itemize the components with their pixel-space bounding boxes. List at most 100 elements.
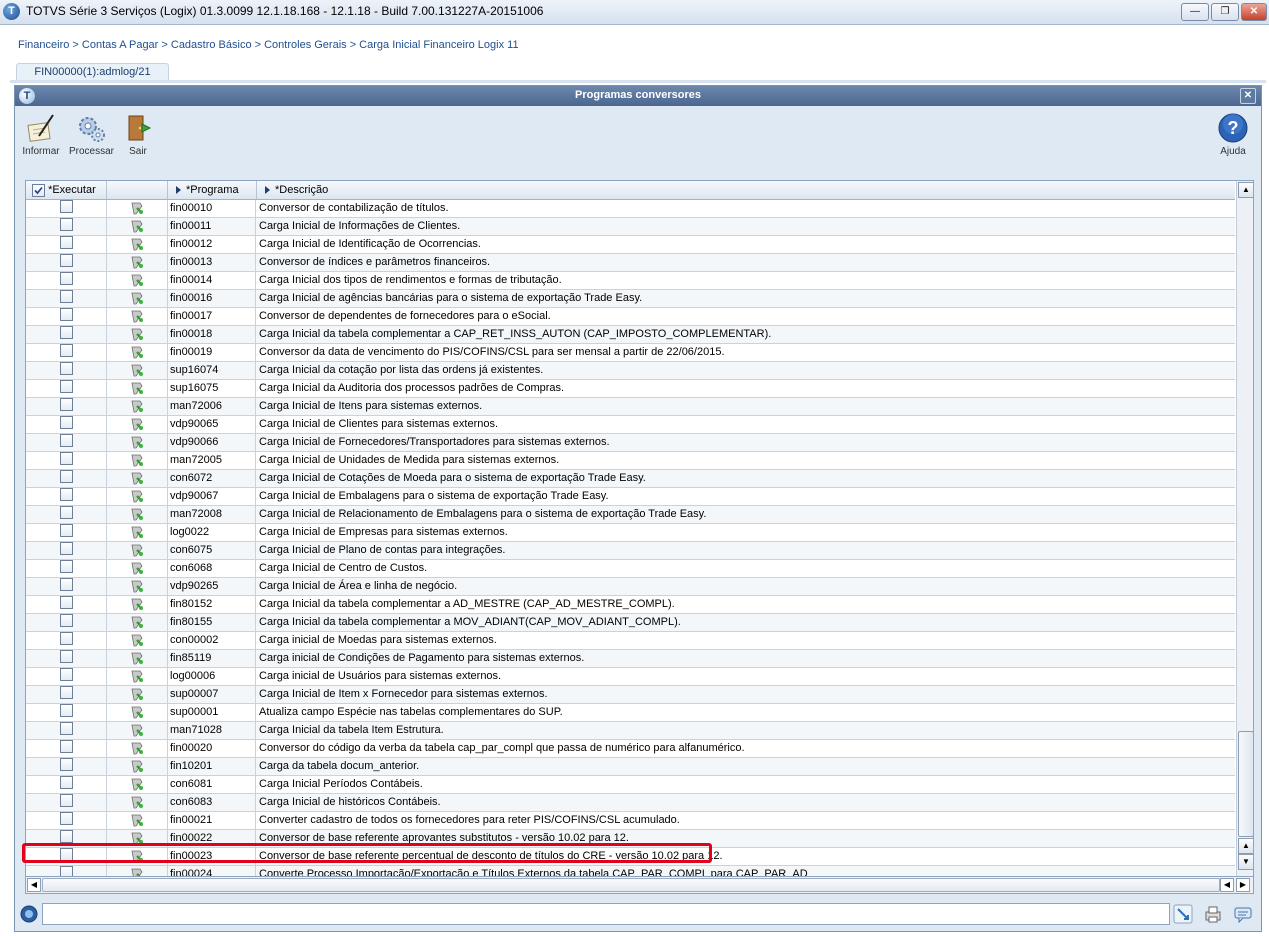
executar-checkbox[interactable]: [59, 416, 73, 429]
executar-checkbox[interactable]: [59, 488, 73, 501]
informar-button[interactable]: Informar: [21, 112, 61, 157]
program-cell[interactable]: man71028: [168, 722, 256, 739]
program-cell[interactable]: fin00021: [168, 812, 256, 829]
table-row[interactable]: fin00019 Conversor da data de vencimento …: [26, 344, 1235, 362]
description-cell[interactable]: Conversor de base referente aprovantes s…: [257, 830, 1235, 847]
table-row[interactable]: man71028 Carga Inicial da tabela Item Est…: [26, 722, 1235, 740]
program-cell[interactable]: fin00018: [168, 326, 256, 343]
executar-checkbox[interactable]: [59, 758, 73, 771]
program-cell[interactable]: con6081: [168, 776, 256, 793]
description-cell[interactable]: Carga Inicial da tabela Item Estrutura.: [257, 722, 1235, 739]
description-cell[interactable]: Carga Inicial de Item x Fornecedor para …: [257, 686, 1235, 703]
table-row[interactable]: con6075 Carga Inicial de Plano de contas …: [26, 542, 1235, 560]
executar-checkbox[interactable]: [59, 830, 73, 843]
executar-checkbox[interactable]: [59, 812, 73, 825]
table-row[interactable]: sup00007 Carga Inicial de Item x Forneced…: [26, 686, 1235, 704]
scroll-down-icon[interactable]: ▼: [1238, 854, 1253, 870]
description-cell[interactable]: Converter cadastro de todos os fornecedo…: [257, 812, 1235, 829]
table-row[interactable]: fin00016 Carga Inicial de agências bancár…: [26, 290, 1235, 308]
scroll-right-icon[interactable]: ▶: [1236, 878, 1250, 892]
description-cell[interactable]: Carga Inicial da Auditoria dos processos…: [257, 380, 1235, 397]
executar-checkbox[interactable]: [59, 272, 73, 285]
executar-checkbox[interactable]: [59, 218, 73, 231]
program-cell[interactable]: fin80152: [168, 596, 256, 613]
table-row[interactable]: sup00001 Atualiza campo Espécie nas tabel…: [26, 704, 1235, 722]
description-cell[interactable]: Carga Inicial da tabela complementar a A…: [257, 596, 1235, 613]
program-cell[interactable]: man72008: [168, 506, 256, 523]
description-cell[interactable]: Carga inicial de Condições de Pagamento …: [257, 650, 1235, 667]
table-row[interactable]: fin00021 Converter cadastro de todos os f…: [26, 812, 1235, 830]
description-cell[interactable]: Conversor da data de vencimento do PIS/C…: [257, 344, 1235, 361]
executar-checkbox[interactable]: [59, 236, 73, 249]
executar-checkbox[interactable]: [59, 362, 73, 375]
scroll-up-icon[interactable]: ▲: [1238, 182, 1253, 198]
executar-checkbox[interactable]: [59, 344, 73, 357]
description-cell[interactable]: Conversor de base referente percentual d…: [257, 848, 1235, 865]
horizontal-scroll-thumb[interactable]: [42, 878, 1220, 892]
program-cell[interactable]: fin00022: [168, 830, 256, 847]
executar-checkbox[interactable]: [59, 560, 73, 573]
program-cell[interactable]: fin00014: [168, 272, 256, 289]
description-cell[interactable]: Carga Inicial de Identificação de Ocorre…: [257, 236, 1235, 253]
description-cell[interactable]: Conversor de índices e parâmetros financ…: [257, 254, 1235, 271]
description-cell[interactable]: Carga Inicial de históricos Contábeis.: [257, 794, 1235, 811]
program-cell[interactable]: fin10201: [168, 758, 256, 775]
processar-button[interactable]: Processar: [69, 112, 114, 157]
table-row[interactable]: fin80152 Carga Inicial da tabela compleme…: [26, 596, 1235, 614]
table-row[interactable]: con6068 Carga Inicial de Centro de Custos…: [26, 560, 1235, 578]
description-cell[interactable]: Conversor do código da verba da tabela c…: [257, 740, 1235, 757]
table-row[interactable]: fin00023 Conversor de base referente perc…: [26, 848, 1235, 866]
description-cell[interactable]: Atualiza campo Espécie nas tabelas compl…: [257, 704, 1235, 721]
table-row[interactable]: con6083 Carga Inicial de históricos Contá…: [26, 794, 1235, 812]
executar-checkbox[interactable]: [59, 650, 73, 663]
program-cell[interactable]: fin00013: [168, 254, 256, 271]
executar-checkbox[interactable]: [59, 326, 73, 339]
program-cell[interactable]: fin85119: [168, 650, 256, 667]
horizontal-scrollbar[interactable]: ◀ ◀ ▶: [25, 876, 1254, 894]
program-cell[interactable]: vdp90065: [168, 416, 256, 433]
description-cell[interactable]: Carga Inicial Períodos Contábeis.: [257, 776, 1235, 793]
executar-checkbox[interactable]: [59, 578, 73, 591]
executar-checkbox[interactable]: [59, 542, 73, 555]
dialog-close-icon[interactable]: ✕: [1240, 88, 1256, 104]
description-cell[interactable]: Carga Inicial de Embalagens para o siste…: [257, 488, 1235, 505]
program-cell[interactable]: vdp90265: [168, 578, 256, 595]
table-row[interactable]: fin00022 Conversor de base referente apro…: [26, 830, 1235, 848]
tab-fin00000[interactable]: FIN00000(1):admlog/21: [16, 63, 169, 81]
scroll-up-icon-lower[interactable]: ▲: [1238, 838, 1253, 854]
table-row[interactable]: con6081 Carga Inicial Períodos Contábeis.: [26, 776, 1235, 794]
executar-checkbox[interactable]: [59, 632, 73, 645]
program-cell[interactable]: fin00023: [168, 848, 256, 865]
vertical-scrollbar[interactable]: ▲ ▲ ▼: [1236, 181, 1253, 893]
breadcrumb[interactable]: Financeiro > Contas A Pagar > Cadastro B…: [18, 39, 519, 51]
description-cell[interactable]: Carga Inicial de Informações de Clientes…: [257, 218, 1235, 235]
description-cell[interactable]: Carga Inicial de Clientes para sistemas …: [257, 416, 1235, 433]
program-cell[interactable]: fin00012: [168, 236, 256, 253]
program-cell[interactable]: sup16075: [168, 380, 256, 397]
restore-button[interactable]: ❐: [1211, 3, 1239, 21]
executar-checkbox[interactable]: [59, 524, 73, 537]
table-row[interactable]: vdp90067 Carga Inicial de Embalagens para…: [26, 488, 1235, 506]
description-cell[interactable]: Carga Inicial de Centro de Custos.: [257, 560, 1235, 577]
table-row[interactable]: log00006 Carga inicial de Usuários para s…: [26, 668, 1235, 686]
program-cell[interactable]: fin80155: [168, 614, 256, 631]
table-row[interactable]: fin00012 Carga Inicial de Identificação d…: [26, 236, 1235, 254]
executar-checkbox[interactable]: [59, 380, 73, 393]
table-row[interactable]: vdp90066 Carga Inicial de Fornecedores/Tr…: [26, 434, 1235, 452]
executar-checkbox[interactable]: [59, 848, 73, 861]
description-cell[interactable]: Carga Inicial da tabela complementar a M…: [257, 614, 1235, 631]
executar-checkbox[interactable]: [59, 704, 73, 717]
program-cell[interactable]: con6075: [168, 542, 256, 559]
table-row[interactable]: con00002 Carga inicial de Moedas para sis…: [26, 632, 1235, 650]
program-cell[interactable]: man72006: [168, 398, 256, 415]
executar-checkbox[interactable]: [59, 200, 73, 213]
scroll-thumb[interactable]: [1238, 731, 1253, 837]
column-header-descricao[interactable]: *Descrição: [257, 181, 1235, 199]
executar-checkbox[interactable]: [59, 668, 73, 681]
table-row[interactable]: fin00010 Conversor de contabilização de t…: [26, 200, 1235, 218]
executar-checkbox[interactable]: [59, 596, 73, 609]
description-cell[interactable]: Carga Inicial de agências bancárias para…: [257, 290, 1235, 307]
description-cell[interactable]: Carga da tabela docum_anterior.: [257, 758, 1235, 775]
table-row[interactable]: man72006 Carga Inicial de Itens para sist…: [26, 398, 1235, 416]
table-row[interactable]: vdp90265 Carga Inicial de Área e linha de…: [26, 578, 1235, 596]
